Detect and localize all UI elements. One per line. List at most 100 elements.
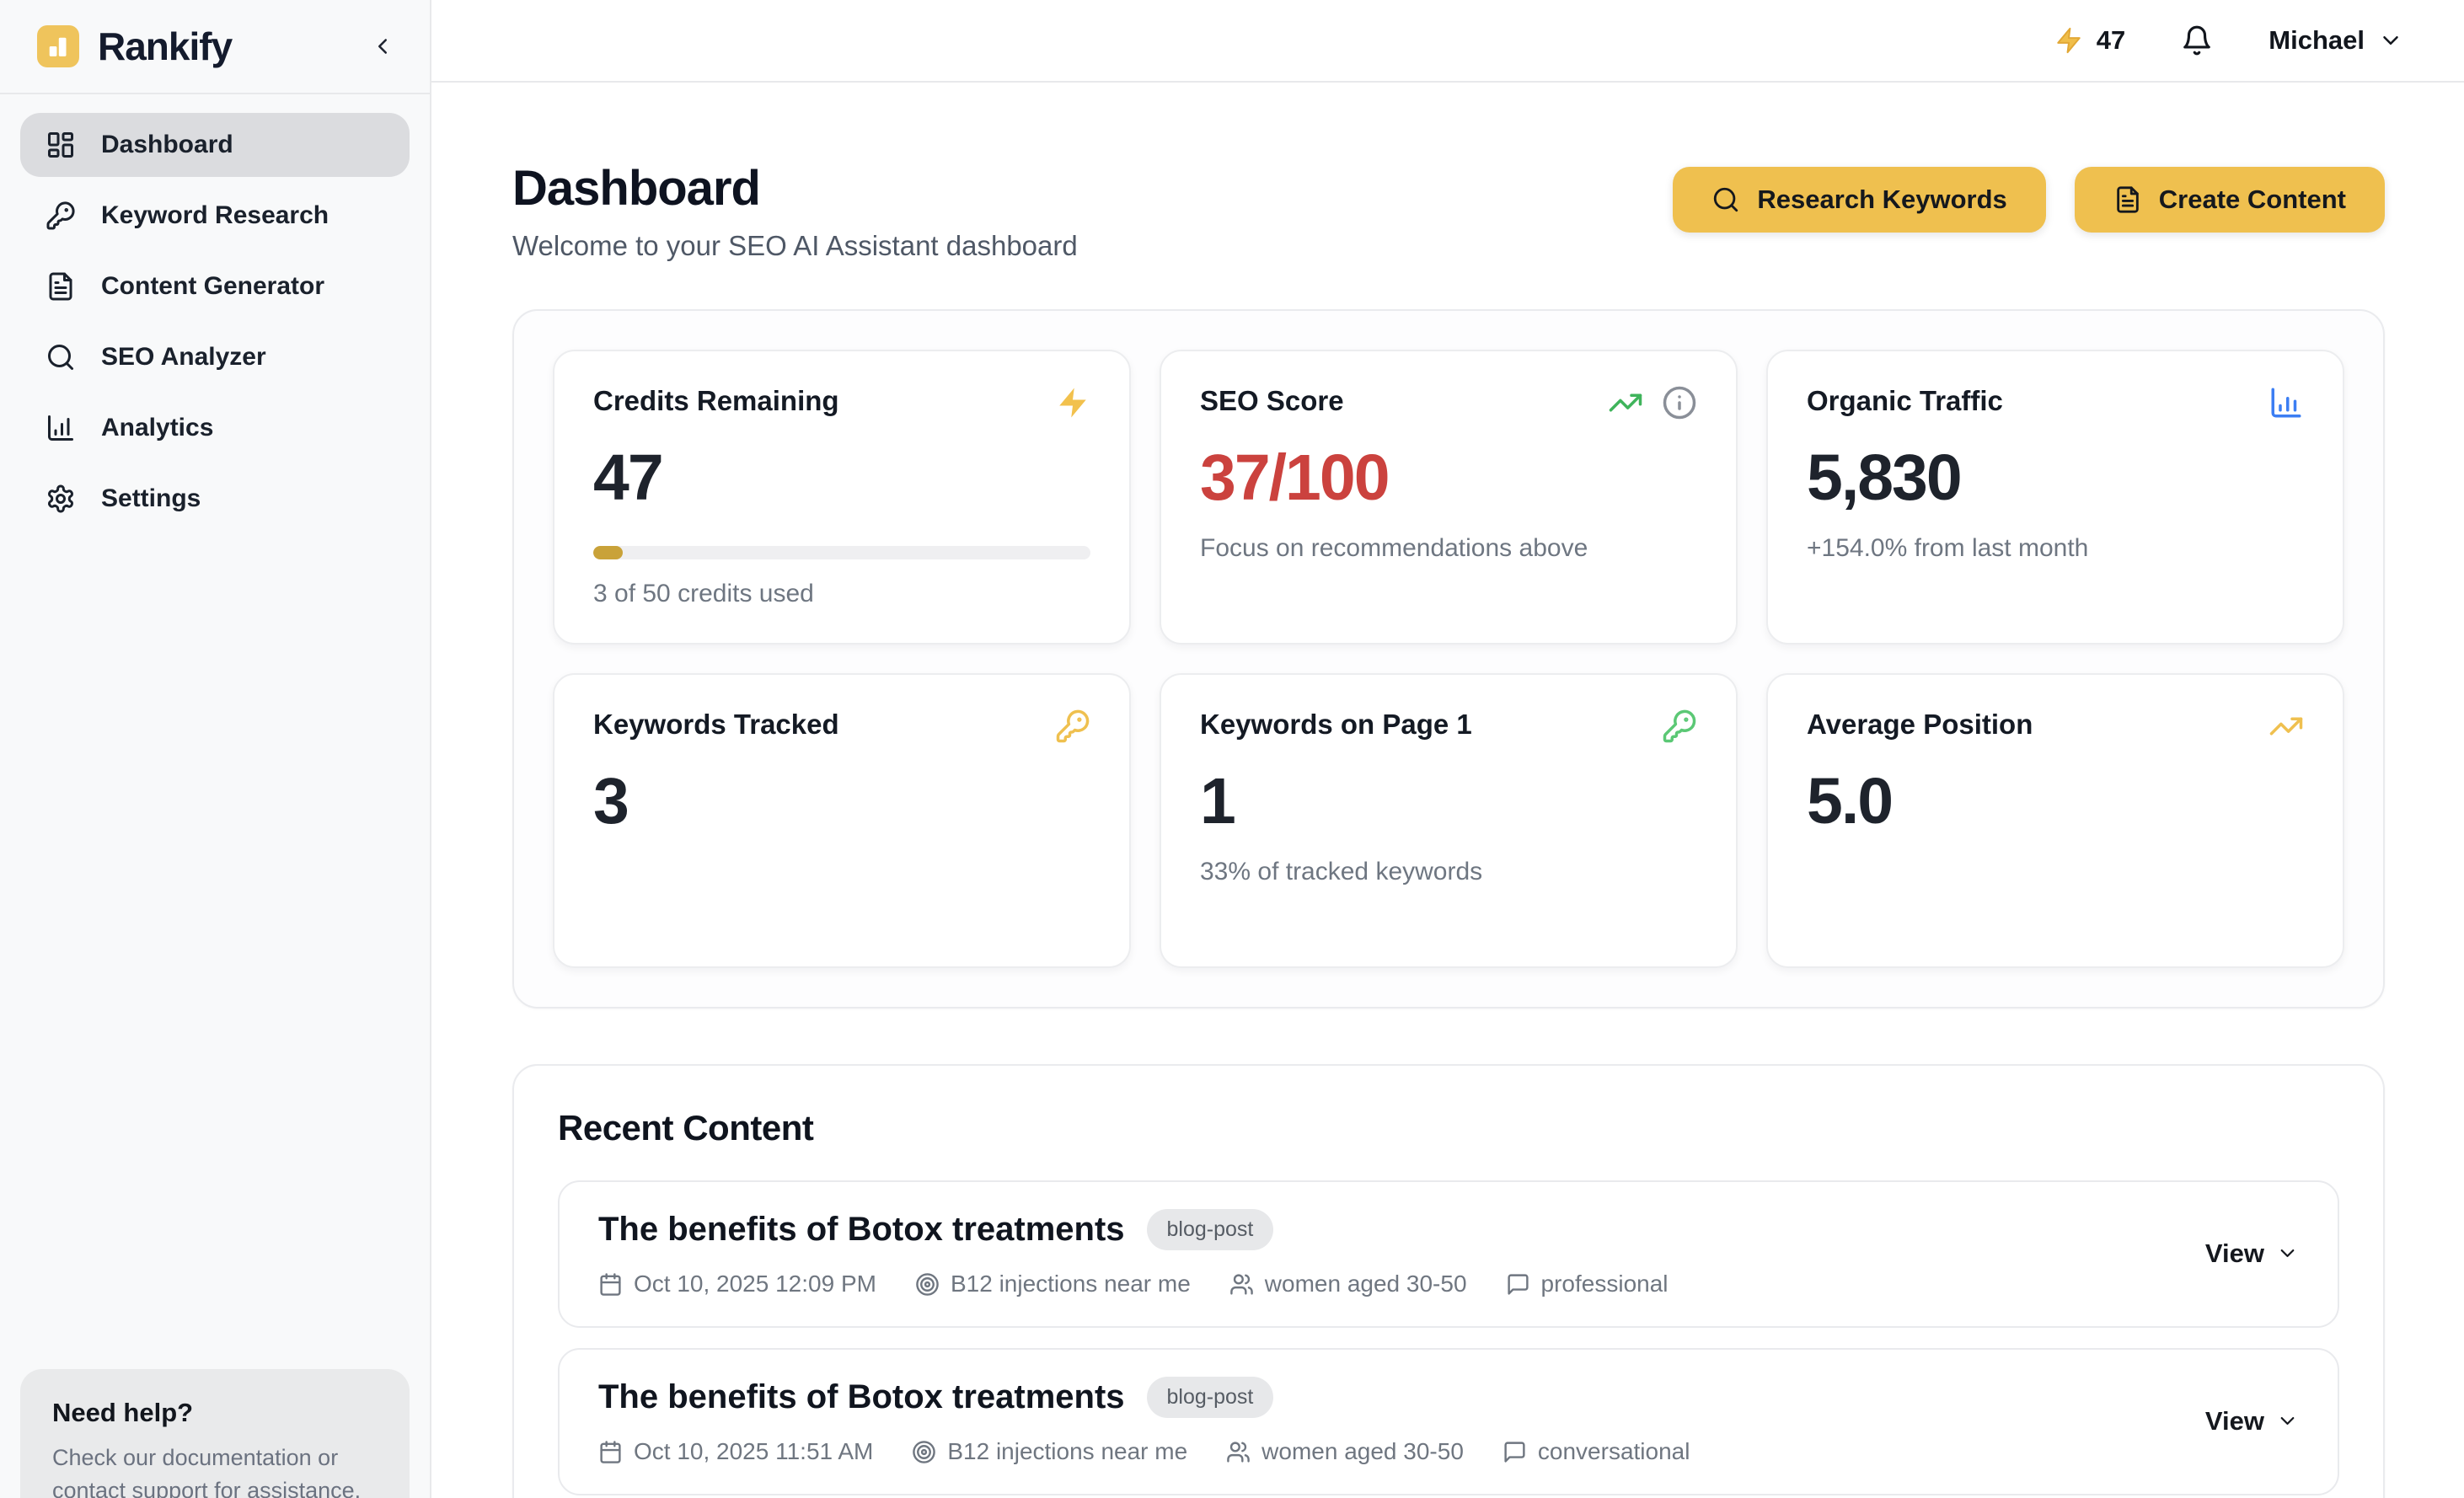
sidebar-item-dashboard[interactable]: Dashboard [20,113,410,177]
create-content-button[interactable]: Create Content [2075,167,2385,233]
stat-caption: 33% of tracked keywords [1200,858,1697,886]
credits-progress-bar [593,546,1090,559]
view-button[interactable]: View [2205,1406,2299,1436]
stat-title: Organic Traffic [1807,385,2003,417]
sidebar-item-content-generator[interactable]: Content Generator [20,254,410,318]
sidebar-item-label: Keyword Research [101,201,329,230]
content-tone: professional [1506,1271,1669,1297]
sidebar-item-keyword-research[interactable]: Keyword Research [20,184,410,248]
stat-caption: Focus on recommendations above [1200,534,1697,563]
credits-indicator: 47 [2054,25,2125,56]
key-icon [46,201,76,231]
help-text: Check our documentation or contact suppo… [52,1442,378,1498]
stat-card-keywords-page1: Keywords on Page 1 1 33% of tracked keyw… [1160,673,1738,968]
sidebar-item-label: Content Generator [101,272,324,301]
sidebar-nav: Dashboard Keyword Research Content Gener… [0,94,430,549]
recent-content-title: Recent Content [558,1108,2339,1148]
content-title: The benefits of Botox treatments [598,1378,1125,1416]
sidebar-item-label: Analytics [101,414,213,442]
sidebar-item-settings[interactable]: Settings [20,467,410,531]
stats-grid: Credits Remaining 47 3 of 50 credits use… [553,350,2344,968]
trending-up-icon [2268,709,2304,744]
sidebar-item-label: Dashboard [101,131,233,159]
sidebar-item-label: SEO Analyzer [101,343,266,372]
document-icon [2113,185,2142,214]
info-icon[interactable] [1662,385,1697,420]
content-audience: women aged 30-50 [1229,1271,1467,1297]
chevron-down-icon [2276,1242,2299,1265]
calendar-icon [598,1440,623,1464]
calendar-icon [598,1272,623,1297]
content-keyword: B12 injections near me [912,1438,1187,1465]
help-title: Need help? [52,1398,378,1428]
target-icon [915,1272,940,1297]
credits-progress-fill [593,546,623,559]
page-content: Dashboard Welcome to your SEO AI Assista… [431,83,2464,1498]
sidebar-header: Rankify [0,0,430,94]
page-header: Dashboard Welcome to your SEO AI Assista… [512,160,2385,262]
stat-value: 47 [593,442,1090,514]
stat-title: Keywords on Page 1 [1200,709,1472,741]
chevron-down-icon [2276,1410,2299,1432]
stat-caption: 3 of 50 credits used [593,580,1090,608]
sidebar: Rankify Dashboard Keyword Research Conte… [0,0,431,1498]
credits-count: 47 [2097,25,2125,56]
content-title: The benefits of Botox treatments [598,1211,1125,1249]
content-date: Oct 10, 2025 12:09 PM [598,1271,876,1297]
page-actions: Research Keywords Create Content [1673,167,2385,233]
stat-title: SEO Score [1200,385,1344,417]
stat-value: 5,830 [1807,442,2304,514]
bar-chart-icon [2268,385,2304,420]
user-menu[interactable]: Michael [2268,25,2403,56]
chevron-left-icon [370,34,395,59]
recent-content-panel: Recent Content The benefits of Botox tre… [512,1064,2385,1498]
top-bar: 47 Michael [431,0,2464,83]
stat-title: Average Position [1807,709,2033,741]
content-type-badge: blog-post [1147,1377,1274,1418]
page-title: Dashboard [512,160,1078,217]
page-subtitle: Welcome to your SEO AI Assistant dashboa… [512,230,1078,262]
brand-name: Rankify [98,24,232,69]
notifications-button[interactable] [2181,24,2213,56]
stat-value: 1 [1200,766,1697,837]
app-root: Rankify Dashboard Keyword Research Conte… [0,0,2464,1498]
help-box: Need help? Check our documentation or co… [20,1369,410,1498]
sidebar-collapse-button[interactable] [364,28,401,65]
stat-title: Credits Remaining [593,385,839,417]
message-square-icon [1506,1272,1530,1297]
stat-card-seo-score: SEO Score 37/100 Focus on recommendation… [1160,350,1738,645]
content-meta: Oct 10, 2025 11:51 AM B12 injections nea… [598,1438,1690,1465]
stat-card-average-position: Average Position 5.0 [1766,673,2344,968]
message-square-icon [1503,1440,1527,1464]
research-keywords-button[interactable]: Research Keywords [1673,167,2045,233]
stat-caption: +154.0% from last month [1807,534,2304,563]
stat-card-credits-remaining: Credits Remaining 47 3 of 50 credits use… [553,350,1131,645]
stat-value: 3 [593,766,1090,837]
target-icon [912,1440,936,1464]
main-area: 47 Michael Dashboard Welcome to your SEO… [431,0,2464,1498]
stat-card-organic-traffic: Organic Traffic 5,830 +154.0% from last … [1766,350,2344,645]
view-button[interactable]: View [2205,1239,2299,1269]
sidebar-item-analytics[interactable]: Analytics [20,396,410,460]
bar-chart-icon [46,413,76,443]
users-icon [1226,1440,1251,1464]
search-icon [46,342,76,372]
dashboard-grid-icon [46,130,76,160]
sidebar-item-seo-analyzer[interactable]: SEO Analyzer [20,325,410,389]
content-row: The benefits of Botox treatments blog-po… [558,1348,2339,1495]
page-header-text: Dashboard Welcome to your SEO AI Assista… [512,160,1078,262]
search-icon [1711,185,1740,214]
content-keyword: B12 injections near me [915,1271,1191,1297]
stat-title: Keywords Tracked [593,709,839,741]
content-meta: Oct 10, 2025 12:09 PM B12 injections nea… [598,1271,1669,1297]
content-audience: women aged 30-50 [1226,1438,1464,1465]
content-row-info: The benefits of Botox treatments blog-po… [598,1209,1669,1297]
chevron-down-icon [2378,28,2403,53]
research-keywords-label: Research Keywords [1757,185,2006,215]
sidebar-item-label: Settings [101,484,201,513]
content-tone: conversational [1503,1438,1690,1465]
gear-icon [46,484,76,514]
content-date: Oct 10, 2025 11:51 AM [598,1438,873,1465]
users-icon [1229,1272,1254,1297]
create-content-label: Create Content [2159,185,2346,215]
